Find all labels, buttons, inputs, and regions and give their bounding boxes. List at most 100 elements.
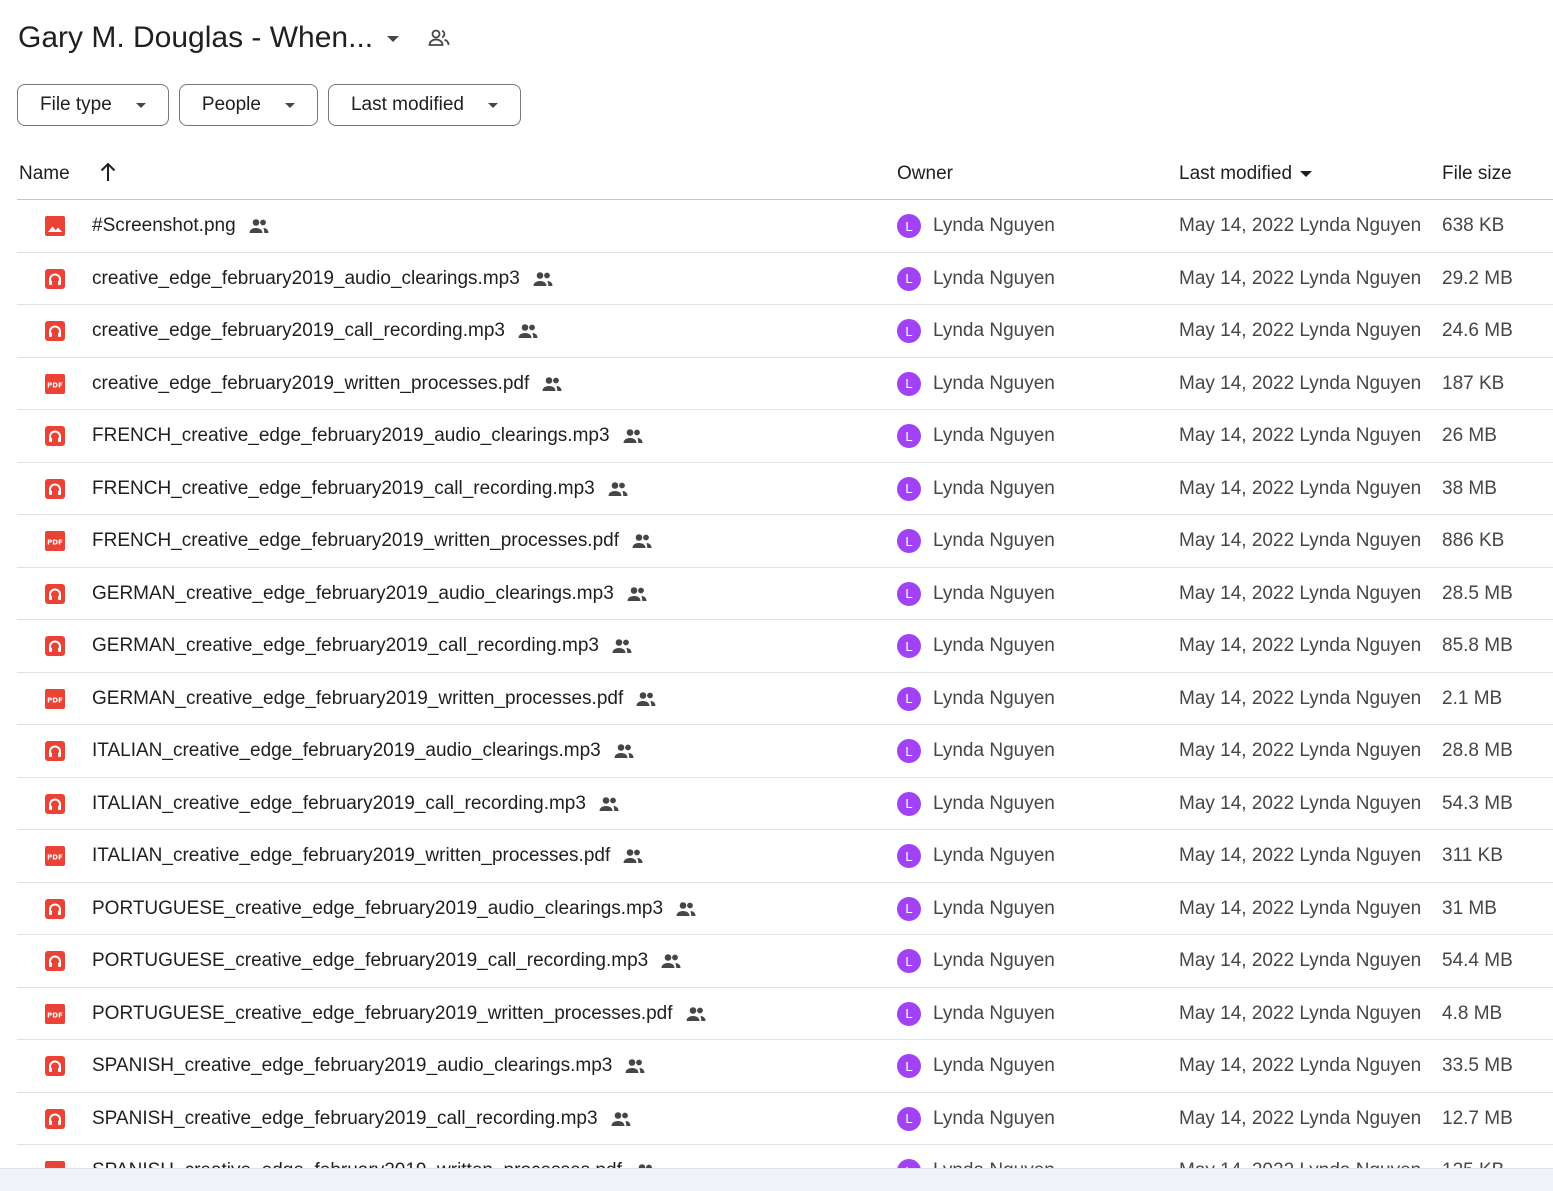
shared-people-icon (613, 743, 635, 759)
last-modified-cell: May 14, 2022 Lynda Nguyen (1179, 425, 1422, 446)
table-row[interactable]: #Screenshot.png L Lynda Nguyen May 14, 2022… (17, 200, 1553, 253)
table-row[interactable]: PDF creative_edge_february2019_written_pr… (17, 358, 1553, 410)
audio-file-icon (44, 425, 66, 447)
filter-file-type[interactable]: File type (17, 84, 169, 126)
avatar: L (897, 581, 921, 606)
column-header-name[interactable]: Name (19, 163, 70, 185)
file-name: ITALIAN_creative_edge_february2019_call_… (92, 793, 620, 815)
last-modified-cell: May 14, 2022 Lynda Nguyen (1179, 950, 1422, 971)
file-name: GERMAN_creative_edge_february2019_audio_… (92, 583, 648, 605)
table-row[interactable]: GERMAN_creative_edge_february2019_call_r… (17, 620, 1553, 673)
file-name-text: creative_edge_february2019_written_proce… (92, 372, 530, 394)
table-row[interactable]: creative_edge_february2019_call_recordin… (17, 305, 1553, 358)
shared-people-icon (607, 481, 629, 497)
svg-text:PDF: PDF (47, 696, 63, 704)
shared-people-icon (541, 376, 563, 392)
filter-people[interactable]: People (178, 84, 318, 126)
shared-people-icon (675, 901, 697, 917)
file-size-cell: 54.4 MB (1442, 950, 1513, 971)
file-name-text: creative_edge_february2019_call_recordin… (92, 320, 505, 341)
table-row[interactable]: PDF ITALIAN_creative_edge_february2019_wr… (17, 830, 1553, 883)
shared-people-icon (598, 796, 620, 812)
avatar: L (897, 739, 921, 763)
file-size-cell: 12.7 MB (1442, 1107, 1513, 1129)
table-row[interactable]: FRENCH_creative_edge_february2019_audio_… (17, 410, 1553, 463)
table-row[interactable]: PORTUGUESE_creative_edge_february2019_ca… (17, 935, 1553, 988)
filter-label: File type (40, 94, 112, 115)
file-name: PORTUGUESE_creative_edge_february2019_au… (92, 898, 697, 920)
file-name: GERMAN_creative_edge_february2019_writte… (92, 688, 657, 710)
last-modified-cell: May 14, 2022 Lynda Nguyen (1179, 1055, 1422, 1076)
table-row[interactable]: PDFSPANISH_creative_edge_february2019_wr… (17, 1145, 1553, 1170)
pdf-file-icon: PDF (44, 1003, 66, 1025)
audio-file-icon (44, 740, 66, 762)
file-size-cell: 29.2 MB (1442, 267, 1513, 289)
last-modified-cell: May 14, 2022 Lynda Nguyen (1179, 215, 1422, 236)
owner-name: Lynda Nguyen (933, 372, 1055, 394)
table-row[interactable]: ITALIAN_creative_edge_february2019_audio… (17, 725, 1553, 778)
table-row[interactable]: PORTUGUESE_creative_edge_february2019_au… (17, 883, 1553, 935)
file-name-text: GERMAN_creative_edge_february2019_audio_… (92, 582, 614, 604)
file-name: SPANISH_creative_edge_february2019_call_… (92, 1108, 632, 1130)
people-outline-icon[interactable] (427, 26, 451, 50)
file-name: SPANISH_creative_edge_february2019_audio… (92, 1055, 646, 1077)
chevron-down-icon[interactable] (387, 36, 400, 42)
svg-text:PDF: PDF (47, 381, 63, 389)
shared-people-icon (685, 1006, 707, 1022)
bottom-bar (0, 1168, 1553, 1191)
file-name-text: creative_edge_february2019_audio_clearin… (92, 267, 520, 289)
owner-cell: L Lynda Nguyen (897, 634, 1055, 658)
avatar: L (897, 949, 921, 973)
owner-name: Lynda Nguyen (933, 477, 1055, 499)
table-row[interactable]: creative_edge_february2019_audio_clearin… (17, 253, 1553, 305)
audio-file-icon (44, 583, 66, 605)
folder-title[interactable]: Gary M. Douglas - When... (18, 21, 373, 55)
owner-name: Lynda Nguyen (933, 635, 1055, 656)
shared-people-icon (631, 533, 653, 549)
owner-name: Lynda Nguyen (933, 530, 1055, 551)
column-header-file-size[interactable]: File size (1442, 163, 1512, 185)
table-row[interactable]: ITALIAN_creative_edge_february2019_call_… (17, 778, 1553, 830)
column-header-last-modified[interactable]: Last modified (1179, 163, 1313, 185)
owner-name: Lynda Nguyen (933, 1055, 1055, 1076)
last-modified-cell: May 14, 2022 Lynda Nguyen (1179, 740, 1422, 761)
chevron-down-icon (488, 102, 498, 108)
table-row[interactable]: PDF GERMAN_creative_edge_february2019_wri… (17, 673, 1553, 725)
pdf-file-icon: PDF (44, 845, 66, 867)
owner-name: Lynda Nguyen (933, 740, 1055, 761)
audio-file-icon (44, 950, 66, 972)
owner-cell: L Lynda Nguyen (897, 214, 1055, 238)
file-size-cell: 54.3 MB (1442, 792, 1513, 814)
table-row[interactable]: SPANISH_creative_edge_february2019_call_… (17, 1093, 1553, 1145)
file-size-cell: 886 KB (1442, 530, 1505, 551)
arrow-up-icon[interactable] (97, 160, 119, 184)
image-file-icon (44, 215, 66, 237)
shared-people-icon (611, 638, 633, 654)
file-name: creative_edge_february2019_audio_clearin… (92, 268, 554, 290)
owner-cell: L Lynda Nguyen (897, 476, 1055, 501)
shared-people-icon (622, 428, 644, 444)
file-name-text: ITALIAN_creative_edge_february2019_writt… (92, 845, 611, 866)
file-name-text: FRENCH_creative_edge_february2019_call_r… (92, 477, 595, 499)
audio-file-icon (44, 898, 66, 920)
column-header-owner[interactable]: Owner (897, 163, 953, 185)
owner-name: Lynda Nguyen (933, 845, 1055, 866)
file-name: GERMAN_creative_edge_february2019_call_r… (92, 635, 633, 657)
owner-cell: L Lynda Nguyen (897, 686, 1055, 711)
table-row[interactable]: PDF PORTUGUESE_creative_edge_february2019… (17, 988, 1553, 1040)
last-modified-cell: May 14, 2022 Lynda Nguyen (1179, 582, 1422, 604)
table-row[interactable]: GERMAN_creative_edge_february2019_audio_… (17, 568, 1553, 620)
file-name-text: ITALIAN_creative_edge_february2019_call_… (92, 792, 586, 814)
table-row[interactable]: PDF FRENCH_creative_edge_february2019_wri… (17, 515, 1553, 568)
owner-name: Lynda Nguyen (933, 1002, 1055, 1024)
shared-people-icon (517, 323, 539, 339)
last-modified-cell: May 14, 2022 Lynda Nguyen (1179, 897, 1422, 919)
avatar: L (897, 319, 921, 343)
owner-name: Lynda Nguyen (933, 425, 1055, 446)
filter-last-modified[interactable]: Last modified (327, 84, 521, 126)
table-row[interactable]: FRENCH_creative_edge_february2019_call_r… (17, 463, 1553, 515)
shared-people-icon (610, 1111, 632, 1127)
file-size-cell: 28.8 MB (1442, 740, 1513, 761)
table-row[interactable]: SPANISH_creative_edge_february2019_audio… (17, 1040, 1553, 1093)
avatar: L (897, 1054, 921, 1078)
